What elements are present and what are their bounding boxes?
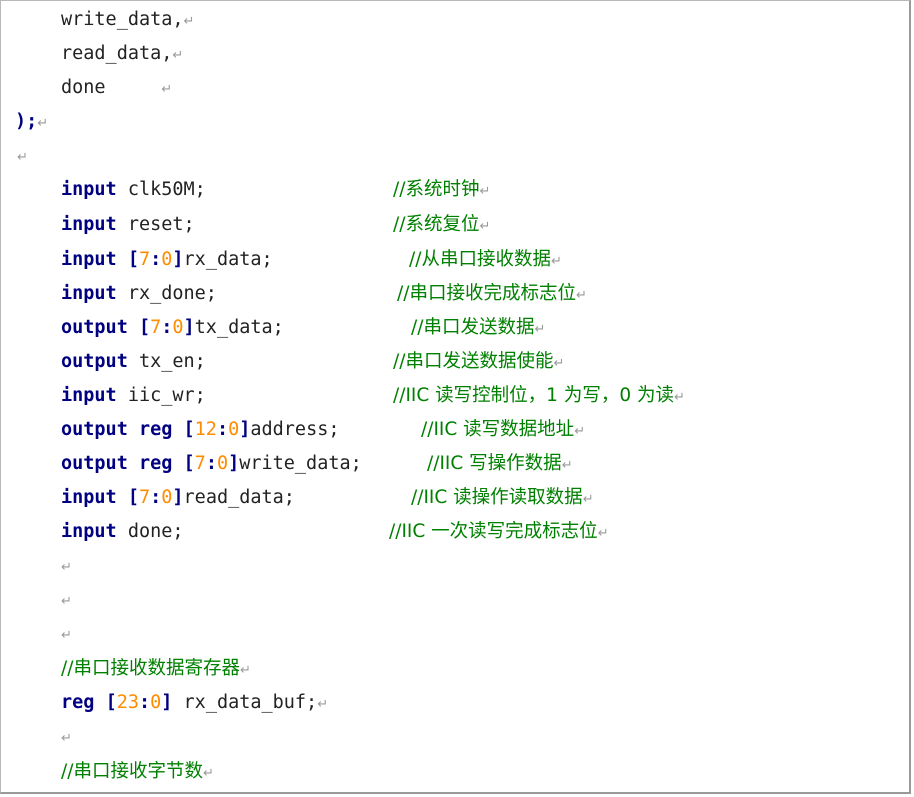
code-line: write_data,↵ xyxy=(61,7,194,33)
paragraph-mark-icon: ↵ xyxy=(317,697,329,712)
code-text: rx_data_buf; xyxy=(172,692,318,713)
code-line: read_data,↵ xyxy=(61,41,183,67)
paragraph-mark-icon: ↵ xyxy=(183,14,195,29)
keyword: output xyxy=(61,317,128,338)
paragraph-mark-icon: ↵ xyxy=(673,390,685,405)
code-line: output tx_en; xyxy=(61,349,206,375)
paragraph-mark-icon: ↵ xyxy=(61,628,72,643)
paragraph-mark-icon: ↵ xyxy=(582,492,594,507)
keyword: input xyxy=(61,214,117,235)
code-comment: //IIC 读操作读取数据↵ xyxy=(411,487,594,508)
code-text: rx_done; xyxy=(116,283,217,304)
code-text: tx_data; xyxy=(194,317,284,338)
keyword: reg xyxy=(61,692,95,713)
code-comment: //串口接收数据寄存器↵ xyxy=(61,658,251,679)
code-comment: //串口发送数据↵ xyxy=(411,317,546,338)
paragraph-mark-icon: ↵ xyxy=(161,82,173,97)
code-line: ↵ xyxy=(61,587,72,613)
paragraph-mark-icon: ↵ xyxy=(575,288,587,303)
code-line: ↵ xyxy=(61,724,72,750)
code-comment: //IIC 读写数据地址↵ xyxy=(421,419,586,440)
code-comment: //IIC 一次读写完成标志位↵ xyxy=(389,521,609,542)
code-text: done xyxy=(61,77,106,98)
paragraph-mark-icon: ↵ xyxy=(597,526,609,541)
code-line: input [7:0]rx_data; xyxy=(61,249,273,270)
code-text: write_data; xyxy=(239,453,362,474)
code-comment: //系统时钟↵ xyxy=(393,179,491,200)
code-comment: //串口接收字节数↵ xyxy=(61,761,214,782)
code-text: read_data; xyxy=(183,487,295,508)
paragraph-mark-icon: ↵ xyxy=(574,424,586,439)
keyword: output xyxy=(61,453,128,474)
code-line: reg [23:0] rx_data_buf;↵ xyxy=(61,692,329,713)
paragraph-mark-icon: ↵ xyxy=(202,766,214,781)
code-line: input [7:0]read_data; xyxy=(61,487,295,508)
paragraph-mark-icon: ↵ xyxy=(61,560,72,575)
paragraph-mark-icon: ↵ xyxy=(561,458,573,473)
code-line: ↵ xyxy=(61,621,72,647)
paragraph-mark-icon: ↵ xyxy=(534,322,546,337)
code-text: reset; xyxy=(116,214,195,235)
paragraph-mark-icon: ↵ xyxy=(239,663,251,678)
close-paren: ); xyxy=(15,111,38,132)
code-comment: //串口发送数据使能↵ xyxy=(393,351,565,372)
code-text: rx_data; xyxy=(183,249,273,270)
keyword: input xyxy=(61,283,117,304)
keyword: input xyxy=(61,521,117,542)
paragraph-mark-icon: ↵ xyxy=(553,356,565,371)
code-line: ↵ xyxy=(17,143,28,169)
keyword: input xyxy=(61,249,117,270)
code-line: output reg [7:0]write_data; xyxy=(61,453,362,474)
code-comment: //IIC 写操作数据↵ xyxy=(427,453,573,474)
code-text: address; xyxy=(250,419,340,440)
code-line: ↵ xyxy=(61,553,72,579)
code-line: );↵ xyxy=(15,109,48,135)
keyword: reg xyxy=(138,419,173,440)
paragraph-mark-icon: ↵ xyxy=(61,731,72,746)
code-line: input clk50M; xyxy=(61,177,206,203)
code-text: write_data, xyxy=(61,9,184,30)
paragraph-mark-icon: ↵ xyxy=(479,219,491,234)
code-line: done ↵ xyxy=(61,75,172,101)
code-comment: //IIC 读写控制位，1 为写，0 为读↵ xyxy=(393,385,685,406)
keyword: output xyxy=(61,419,128,440)
code-comment: //从串口接收数据↵ xyxy=(409,249,562,270)
paragraph-mark-icon: ↵ xyxy=(37,116,49,131)
code-text: done; xyxy=(116,521,184,542)
code-line: input rx_done; xyxy=(61,281,217,307)
keyword: input xyxy=(61,487,117,508)
keyword: output xyxy=(61,351,128,372)
code-line: input done; xyxy=(61,519,184,545)
keyword: input xyxy=(61,385,117,406)
code-line: output reg [12:0]address; xyxy=(61,419,340,440)
paragraph-mark-icon: ↵ xyxy=(172,48,184,63)
keyword: input xyxy=(61,179,117,200)
paragraph-mark-icon: ↵ xyxy=(479,184,491,199)
code-text: clk50M; xyxy=(116,179,206,200)
code-comment: //系统复位↵ xyxy=(393,214,491,235)
paragraph-mark-icon: ↵ xyxy=(61,594,72,609)
keyword: reg xyxy=(138,453,173,474)
code-text: tx_en; xyxy=(127,351,206,372)
paragraph-mark-icon: ↵ xyxy=(17,150,28,165)
code-comment: //串口接收完成标志位↵ xyxy=(397,283,587,304)
code-line: input iic_wr; xyxy=(61,383,206,409)
code-line: output [7:0]tx_data; xyxy=(61,317,284,338)
code-document: write_data,↵ read_data,↵ done ↵ );↵ ↵ in… xyxy=(0,0,911,794)
code-text: read_data, xyxy=(61,43,173,64)
code-line: input reset; xyxy=(61,212,195,238)
paragraph-mark-icon: ↵ xyxy=(550,254,562,269)
code-text: iic_wr; xyxy=(116,385,206,406)
